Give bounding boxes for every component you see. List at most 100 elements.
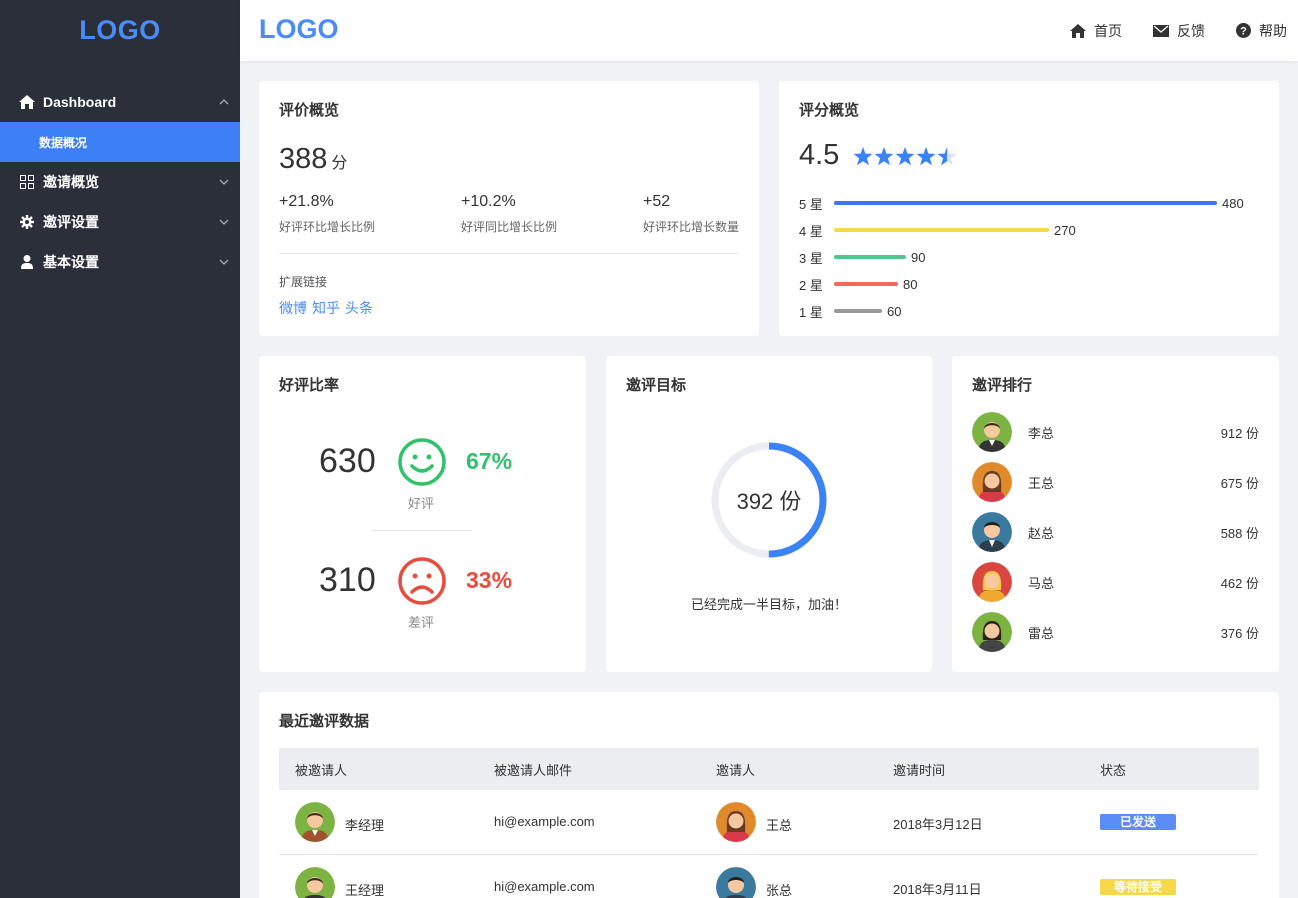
good-label: 好评 [408,496,435,511]
rank-name: 马总 [1028,575,1055,591]
rating-bar-row: 5 星 480 [799,194,1244,212]
nav-label: 帮助 [1259,22,1287,39]
rating-bar-row: 3 星 90 [799,248,925,266]
table-row[interactable]: 李经理 hi@example.com 王总 2018年3月12日 已发送 [279,790,1259,855]
avatar [295,802,335,842]
invite-time: 2018年3月11日 [893,882,982,897]
rating-bar-row: 2 星 80 [799,275,917,293]
card-title: 邀评排行 [972,377,1033,394]
stat-value: +52 [643,193,671,210]
rank-value: 376 份 [1220,625,1259,641]
rank-value: 462 份 [1220,575,1259,591]
avatar [972,612,1012,652]
rating-bar-label: 5 星 [799,196,823,212]
invite-time: 2018年3月12日 [893,817,983,832]
rating-bar [834,255,906,259]
sidebar: LOGO Dashboard 数据概况 邀请概览 邀评设置 基本设置 [0,0,240,898]
sidebar-item-review-settings[interactable]: 邀评设置 [0,202,240,242]
sidebar-menu: Dashboard 数据概况 邀请概览 邀评设置 基本设置 [0,82,240,282]
ext-links-label: 扩展链接 [279,275,328,289]
rating-bar [834,228,1049,232]
goal-value: 392 份 [736,489,802,514]
avatar [972,412,1012,452]
review-overview-card: 评价概览 388 分 +21.8% 好评环比增长比例 +10.2% 好评同比增长比… [259,81,759,336]
nav-feedback[interactable]: 反馈 [1153,21,1205,41]
rank-value: 912 份 [1220,425,1259,441]
stat-label: 好评同比增长比例 [461,220,558,234]
card-title: 好评比率 [279,377,340,394]
status-badge: 等待接受 [1100,879,1176,895]
rating-bar-value: 480 [1222,195,1244,211]
user-icon [19,254,35,270]
sidebar-item-label: 邀评设置 [43,214,99,230]
ranking-row[interactable]: 王总 675 份 [972,462,1259,502]
column-header: 邀请人 [716,763,756,778]
bad-count: 310 [319,561,376,599]
rating-bar [834,201,1217,205]
invitee-name: 王经理 [345,883,385,898]
divider [372,530,472,531]
rating-bar-row: 1 星 60 [799,302,901,320]
ext-link-zhihu[interactable]: 知乎 [312,300,340,316]
ranking-row[interactable]: 雷总 376 份 [972,612,1259,652]
gear-icon [19,214,35,230]
good-ratio-card: 好评比率 630 67% 好评 310 33% 差评 [259,356,586,672]
sidebar-item-basic-settings[interactable]: 基本设置 [0,242,240,282]
good-pct: 67% [466,448,513,474]
home-icon [19,94,35,110]
header-logo[interactable]: LOGO [259,14,339,45]
inviter-name: 张总 [766,883,793,898]
chevron-down-icon [219,179,229,185]
rating-bar-label: 4 星 [799,223,823,239]
nav-label: 首页 [1094,22,1122,39]
nav-label: 反馈 [1177,22,1205,39]
invitee-name: 李经理 [345,818,385,833]
card-title: 评价概览 [279,102,340,119]
sidebar-item-dashboard[interactable]: Dashboard [0,82,240,122]
bad-label: 差评 [408,615,435,630]
column-header: 被邀请人 [295,763,348,778]
goal-card: 邀评目标 392 份 已经完成一半目标，加油！ [606,356,932,672]
rating-bar-row: 4 星 270 [799,221,1076,239]
nav-help[interactable]: ? 帮助 [1236,21,1287,41]
nav-home[interactable]: 首页 [1070,21,1122,41]
ext-link-weibo[interactable]: 微博 [279,300,307,316]
table-row[interactable]: 王经理 hi@example.com 张总 2018年3月11日 等待接受 [279,855,1259,898]
stat-value: +21.8% [279,193,334,210]
svg-text:?: ? [1240,26,1247,38]
ranking-row[interactable]: 李总 912 份 [972,412,1259,452]
avatar [716,867,756,898]
rating-bar [834,309,882,313]
mail-icon [1153,24,1169,37]
stat-label: 好评环比增长比例 [279,220,376,234]
sidebar-item-invite-overview[interactable]: 邀请概览 [0,162,240,202]
divider [279,253,739,254]
score-unit: 分 [331,155,348,172]
star-icon [895,147,915,166]
ext-link-toutiao[interactable]: 头条 [345,300,373,316]
column-header: 被邀请人邮件 [494,763,573,778]
status-badge: 已发送 [1100,814,1176,830]
sidebar-subitem-data-overview[interactable]: 数据概况 [0,122,240,162]
invitee-email: hi@example.com [494,879,595,894]
score-value: 388 [279,143,328,175]
ranking-row[interactable]: 赵总 588 份 [972,512,1259,552]
table-header: 被邀请人 被邀请人邮件 邀请人 邀请时间 状态 [279,748,1259,790]
rank-name: 雷总 [1028,625,1055,641]
card-title: 邀评目标 [626,377,687,394]
column-header: 邀请时间 [893,763,946,778]
sad-icon [398,557,446,605]
avatar [295,867,335,898]
star-icon [874,147,894,166]
rank-name: 李总 [1028,425,1055,441]
sidebar-logo[interactable]: LOGO [0,0,240,61]
goal-message: 已经完成一半目标，加油！ [690,597,847,612]
column-header: 状态 [1100,763,1127,778]
ranking-row[interactable]: 马总 462 份 [972,562,1259,602]
sidebar-item-label: 基本设置 [43,254,99,270]
bad-pct: 33% [466,567,513,593]
avatar [972,562,1012,602]
chevron-up-icon [219,99,229,105]
rating-bar-label: 3 星 [799,250,823,266]
rank-value: 675 份 [1220,475,1259,491]
